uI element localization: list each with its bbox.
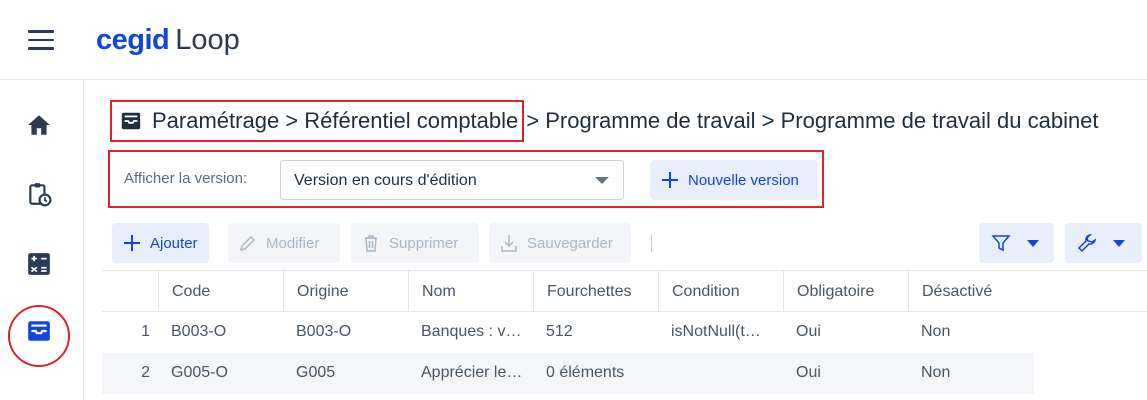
toolbar-divider: [651, 234, 652, 252]
download-icon: [501, 235, 517, 252]
cell-nom[interactable]: Banques : v…: [408, 312, 533, 352]
cell-condition[interactable]: isNotNull(t…: [658, 312, 783, 352]
calculator-icon: [28, 253, 50, 275]
plus-icon: [662, 172, 678, 188]
column-header-code[interactable]: Code: [158, 271, 283, 312]
delete-label: Supprimer: [389, 234, 459, 252]
menu-icon[interactable]: [28, 30, 54, 50]
nav-tasks[interactable]: [22, 177, 56, 211]
plus-icon: [124, 235, 140, 251]
column-header-desactive[interactable]: Désactivé: [908, 271, 1147, 312]
version-label: Afficher la version:: [124, 170, 248, 187]
product-name: Loop: [175, 24, 240, 56]
cell-origine[interactable]: G005: [283, 353, 408, 393]
new-version-label: Nouvelle version: [688, 171, 799, 189]
wrench-icon: [1077, 233, 1097, 253]
chevron-down-icon: [1113, 239, 1125, 247]
tools-button[interactable]: [1065, 223, 1142, 263]
cell-desactive[interactable]: Non: [908, 353, 1034, 393]
inbox-icon: [28, 321, 50, 341]
column-header-condition[interactable]: Condition: [658, 271, 783, 312]
cell-condition[interactable]: [658, 353, 783, 393]
row-number: 2: [141, 364, 150, 381]
row-number: 1: [141, 323, 150, 340]
chevron-down-icon: [595, 177, 609, 184]
save-button[interactable]: Sauvegarder: [489, 223, 631, 263]
home-icon: [28, 115, 50, 135]
delete-button[interactable]: Supprimer: [351, 223, 479, 263]
side-navigation: [0, 80, 84, 400]
column-header-fourchettes[interactable]: Fourchettes: [533, 271, 658, 312]
cell-code[interactable]: G005-O: [158, 353, 283, 393]
add-label: Ajouter: [150, 234, 198, 252]
clipboard-clock-icon: [29, 183, 52, 207]
breadcrumb-path-1[interactable]: Paramétrage > Référentiel comptable: [152, 108, 518, 134]
nav-calculator[interactable]: [22, 247, 56, 281]
cell-origine[interactable]: B003-O: [283, 312, 408, 352]
version-selector-panel: Afficher la version: Version en cours d'…: [108, 150, 824, 208]
grid-toolbar: Ajouter Modifier Supprimer Sauvegarder: [112, 223, 1142, 263]
brand-name: cegid: [96, 24, 170, 56]
main-content: Paramétrage > Référentiel comptable > Pr…: [102, 80, 1147, 400]
cell-obligatoire[interactable]: Oui: [783, 353, 908, 393]
app-logo[interactable]: cegid Loop: [96, 22, 240, 58]
top-bar: cegid Loop: [0, 0, 1147, 80]
nav-settings-inbox[interactable]: [22, 314, 56, 348]
chevron-down-icon: [1027, 239, 1039, 247]
cell-fourchettes[interactable]: 512: [533, 312, 658, 352]
trash-icon: [365, 235, 377, 252]
breadcrumb: Paramétrage > Référentiel comptable > Pr…: [110, 100, 1099, 142]
add-button[interactable]: Ajouter: [112, 223, 209, 263]
column-header-origine[interactable]: Origine: [283, 271, 408, 312]
table-row[interactable]: 2 G005-O G005 Apprécier le… 0 éléments O…: [102, 353, 1034, 394]
edit-label: Modifier: [266, 234, 320, 252]
filter-icon: [991, 235, 1011, 252]
save-label: Sauvegarder: [527, 234, 613, 252]
table-header: Code Origine Nom Fourchettes Condition O…: [102, 270, 1147, 312]
pencil-icon: [239, 235, 256, 252]
inbox-icon: [121, 112, 141, 130]
column-header-obligatoire[interactable]: Obligatoire: [783, 271, 908, 312]
filter-button[interactable]: [979, 223, 1054, 263]
nav-home[interactable]: [22, 108, 56, 142]
cell-obligatoire[interactable]: Oui: [783, 312, 908, 352]
table-row[interactable]: 1 B003-O B003-O Banques : v… 512 isNotNu…: [102, 312, 1034, 353]
cell-fourchettes[interactable]: 0 éléments: [533, 353, 658, 393]
new-version-button[interactable]: Nouvelle version: [650, 160, 818, 200]
cell-desactive[interactable]: Non: [908, 312, 1034, 352]
breadcrumb-highlight: Paramétrage > Référentiel comptable: [110, 100, 525, 142]
cell-nom[interactable]: Apprécier le…: [408, 353, 533, 393]
cell-code[interactable]: B003-O: [158, 312, 283, 352]
version-selected-value: Version en cours d'édition: [294, 172, 477, 189]
edit-button[interactable]: Modifier: [228, 223, 340, 263]
column-header-nom[interactable]: Nom: [408, 271, 533, 312]
breadcrumb-path-2[interactable]: > Programme de travail > Programme de tr…: [526, 108, 1098, 134]
version-dropdown[interactable]: Version en cours d'édition: [280, 160, 624, 200]
